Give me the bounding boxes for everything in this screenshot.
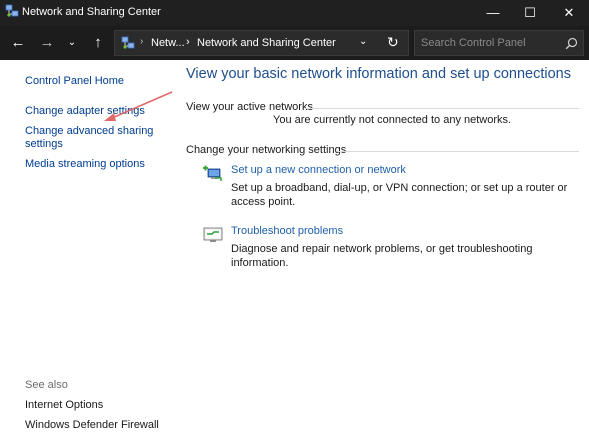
refresh-button[interactable]: ↻: [387, 34, 399, 51]
sidebar-item-control-panel-home[interactable]: Control Panel Home: [25, 75, 124, 88]
change-settings-heading: Change your networking settings: [186, 144, 347, 156]
left-pane: Control Panel Home Change adapter settin…: [0, 60, 172, 448]
sidebar-item-change-adapter-settings[interactable]: Change adapter settings: [25, 105, 145, 118]
window-title: Network and Sharing Center: [22, 6, 161, 18]
network-center-icon: [5, 4, 19, 17]
active-networks-heading: View your active networks: [186, 101, 313, 113]
troubleshoot-icon[interactable]: [203, 226, 223, 244]
divider: [337, 151, 579, 152]
navigation-bar: ← → ⌄ ↑ › Netw... › Network and Sharing …: [0, 26, 589, 60]
maximize-button[interactable]: ☐: [511, 0, 549, 26]
sidebar-item-internet-options[interactable]: Internet Options: [25, 399, 103, 412]
troubleshoot-link[interactable]: Troubleshoot problems: [231, 225, 343, 237]
sidebar-item-media-streaming[interactable]: Media streaming options: [25, 158, 145, 171]
forward-button[interactable]: →: [35, 26, 59, 60]
see-also-heading: See also: [25, 379, 68, 391]
chevron-right-icon[interactable]: ›: [140, 36, 143, 47]
search-placeholder: Search Control Panel: [421, 37, 526, 49]
search-icon[interactable]: [565, 37, 578, 50]
setup-connection-description: Set up a broadband, dial-up, or VPN conn…: [231, 182, 568, 208]
sidebar-item-change-advanced-sharing[interactable]: Change advanced sharing settings: [25, 125, 165, 151]
minimize-button[interactable]: —: [474, 0, 512, 26]
recent-locations-button[interactable]: ⌄: [60, 26, 84, 60]
search-input[interactable]: Search Control Panel: [414, 30, 584, 56]
up-button[interactable]: ↑: [86, 26, 110, 60]
address-bar[interactable]: › Netw... › Network and Sharing Center ⌄…: [114, 30, 409, 56]
close-button[interactable]: ✕: [550, 0, 588, 26]
page-title: View your basic network information and …: [186, 66, 572, 82]
connection-status: You are currently not connected to any n…: [273, 114, 512, 126]
back-button[interactable]: ←: [6, 26, 30, 60]
sidebar-item-windows-defender-firewall[interactable]: Windows Defender Firewall: [25, 419, 159, 432]
breadcrumb-network-sharing-center[interactable]: Network and Sharing Center: [197, 37, 336, 49]
troubleshoot-description: Diagnose and repair network problems, or…: [231, 243, 533, 269]
chevron-down-icon[interactable]: ⌄: [359, 36, 367, 47]
new-connection-icon[interactable]: [203, 164, 223, 182]
main-pane: View your basic network information and …: [172, 60, 589, 448]
network-center-icon: [121, 36, 135, 49]
chevron-right-icon[interactable]: ›: [186, 36, 190, 48]
setup-connection-link[interactable]: Set up a new connection or network: [231, 164, 406, 176]
title-bar: Network and Sharing Center — ☐ ✕: [0, 0, 589, 26]
divider: [305, 108, 579, 109]
breadcrumb-network[interactable]: Netw...: [151, 37, 185, 49]
